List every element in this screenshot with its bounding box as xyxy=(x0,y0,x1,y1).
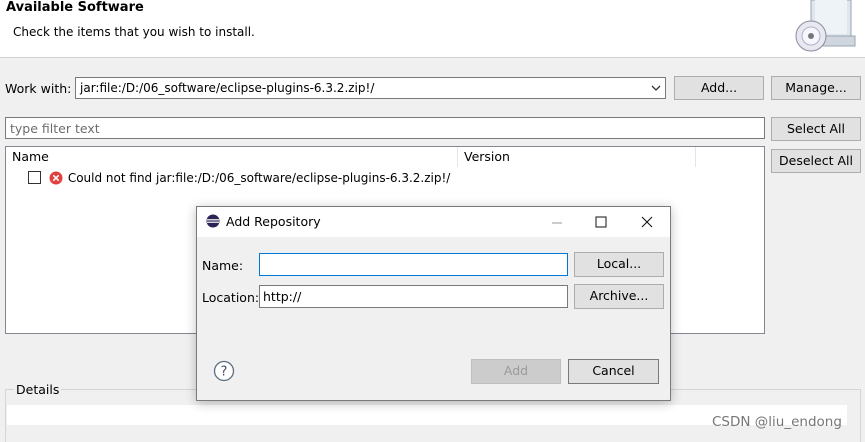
svg-text:?: ? xyxy=(221,365,228,380)
table-row[interactable]: Could not find jar:file:/D:/06_software/… xyxy=(28,171,450,185)
cancel-button[interactable]: Cancel xyxy=(568,359,659,384)
add-repository-dialog: Add Repository Name: Local... Location: … xyxy=(196,206,671,401)
wizard-header: Available Software Check the items that … xyxy=(0,0,865,58)
location-input[interactable] xyxy=(259,285,568,308)
local-button[interactable]: Local... xyxy=(574,252,664,277)
dialog-titlebar[interactable]: Add Repository xyxy=(197,207,670,237)
row-name: Could not find jar:file:/D:/06_software/… xyxy=(67,171,451,185)
eclipse-icon xyxy=(206,214,220,228)
error-icon xyxy=(49,171,63,185)
archive-button[interactable]: Archive... xyxy=(574,284,664,309)
manage-button[interactable]: Manage... xyxy=(771,76,861,100)
row-checkbox[interactable] xyxy=(28,171,41,184)
work-with-value: jar:file:/D:/06_software/eclipse-plugins… xyxy=(80,81,375,95)
add-button[interactable]: Add xyxy=(471,359,561,384)
location-label: Location: xyxy=(202,290,260,305)
watermark: CSDN @liu_endong xyxy=(712,414,842,430)
close-icon[interactable] xyxy=(635,211,659,233)
install-software-icon xyxy=(795,0,856,52)
details-label: Details xyxy=(14,382,62,397)
dialog-title: Add Repository xyxy=(226,214,321,229)
page-description: Check the items that you wish to install… xyxy=(13,25,255,39)
name-input[interactable] xyxy=(259,253,568,276)
add-site-button[interactable]: Add... xyxy=(674,76,764,100)
filter-input[interactable]: type filter text xyxy=(5,117,765,139)
column-header-version[interactable]: Version xyxy=(458,147,696,167)
deselect-all-button[interactable]: Deselect All xyxy=(771,149,861,173)
column-header-name[interactable]: Name xyxy=(6,147,458,167)
maximize-icon[interactable] xyxy=(589,211,613,233)
name-label: Name: xyxy=(202,258,244,273)
work-with-label: Work with: xyxy=(5,81,72,96)
work-with-combo[interactable]: jar:file:/D:/06_software/eclipse-plugins… xyxy=(75,77,666,99)
minimize-icon[interactable] xyxy=(545,211,569,233)
help-icon[interactable]: ? xyxy=(213,360,235,382)
select-all-button[interactable]: Select All xyxy=(771,117,861,141)
chevron-down-icon[interactable] xyxy=(650,81,662,95)
page-title: Available Software xyxy=(6,0,144,15)
